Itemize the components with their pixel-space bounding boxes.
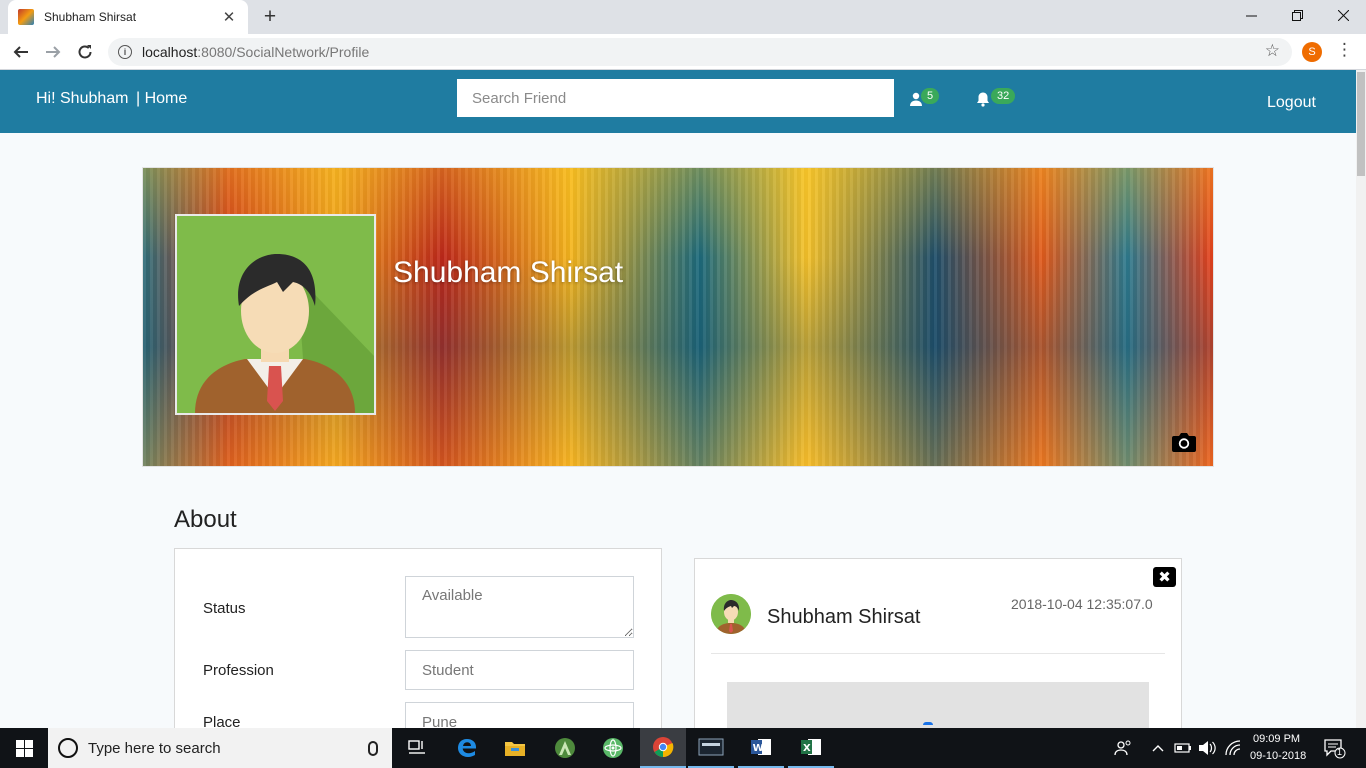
notifications-badge: 32 bbox=[991, 88, 1016, 104]
battery-icon[interactable] bbox=[1174, 728, 1192, 768]
profile-name: Shubham Shirsat bbox=[393, 256, 624, 289]
home-link[interactable]: | Home bbox=[136, 90, 187, 108]
app-header: Hi! Shubham | Home 5 32 Logout bbox=[0, 70, 1356, 133]
person-avatar-icon bbox=[711, 594, 751, 634]
person-avatar-icon bbox=[177, 216, 374, 413]
reload-icon[interactable] bbox=[72, 39, 98, 65]
browser-profile-avatar[interactable]: S bbox=[1302, 42, 1322, 62]
people-icon[interactable] bbox=[1114, 728, 1132, 768]
search-friend-input[interactable] bbox=[457, 79, 894, 117]
bell-icon[interactable] bbox=[975, 91, 991, 107]
address-bar[interactable]: i localhost :8080/SocialNetwork/Profile … bbox=[108, 38, 1292, 66]
file-explorer-icon[interactable] bbox=[492, 728, 538, 768]
status-textarea[interactable] bbox=[405, 576, 634, 638]
excel-icon[interactable]: X bbox=[788, 728, 834, 768]
svg-text:X: X bbox=[803, 743, 811, 754]
post-author-name[interactable]: Shubham Shirsat bbox=[767, 606, 920, 629]
delete-post-button[interactable]: ✖ bbox=[1153, 567, 1176, 587]
url-host: localhost bbox=[142, 44, 198, 60]
microphone-icon[interactable] bbox=[368, 740, 378, 756]
cover-photo: Shubham Shirsat bbox=[142, 167, 1214, 467]
info-icon[interactable]: i bbox=[118, 45, 132, 59]
browser-menu-icon[interactable]: ⋮ bbox=[1336, 40, 1353, 60]
browser-tab[interactable]: Shubham Shirsat ✕ bbox=[8, 0, 248, 34]
browser-tabstrip: Shubham Shirsat ✕ + bbox=[0, 0, 1366, 34]
minimize-icon[interactable] bbox=[1228, 0, 1274, 30]
volume-icon[interactable] bbox=[1198, 728, 1216, 768]
post-divider bbox=[711, 653, 1165, 654]
post-timestamp: 2018-10-04 12:35:07.0 bbox=[1011, 596, 1153, 612]
atom-icon[interactable] bbox=[590, 728, 636, 768]
start-button[interactable] bbox=[0, 728, 48, 768]
windows-taskbar: Type here to search W X 09:09 PM 09-10-2… bbox=[0, 728, 1366, 768]
mysql-icon[interactable] bbox=[688, 728, 734, 768]
about-heading: About bbox=[174, 506, 237, 533]
profession-input[interactable] bbox=[405, 650, 634, 690]
action-center-icon[interactable]: 1 bbox=[1324, 739, 1346, 764]
clock-time[interactable]: 09:09 PM bbox=[1253, 733, 1300, 745]
word-icon[interactable]: W bbox=[738, 728, 784, 768]
tray-chevron-icon[interactable] bbox=[1152, 728, 1164, 768]
scrollbar-thumb[interactable] bbox=[1357, 72, 1365, 176]
clock-date[interactable]: 09-10-2018 bbox=[1250, 750, 1306, 762]
action-center-count: 1 bbox=[1337, 747, 1343, 757]
chrome-icon[interactable] bbox=[640, 728, 686, 768]
browser-navbar: i localhost :8080/SocialNetwork/Profile … bbox=[0, 34, 1366, 70]
tab-close-icon[interactable]: ✕ bbox=[220, 8, 238, 26]
tab-title: Shubham Shirsat bbox=[44, 10, 137, 24]
restore-icon[interactable] bbox=[1274, 0, 1320, 30]
greeting-text: Hi! Shubham bbox=[36, 90, 129, 107]
post-author-avatar[interactable] bbox=[711, 594, 751, 634]
close-window-icon[interactable] bbox=[1320, 0, 1366, 30]
edge-icon[interactable] bbox=[444, 728, 490, 768]
status-label: Status bbox=[203, 600, 246, 617]
back-arrow-icon[interactable] bbox=[8, 39, 34, 65]
task-view-icon[interactable] bbox=[394, 728, 440, 768]
url-path: :8080/SocialNetwork/Profile bbox=[197, 44, 370, 60]
favicon-icon bbox=[18, 9, 34, 25]
svg-text:W: W bbox=[753, 743, 764, 754]
camera-icon[interactable] bbox=[1171, 431, 1197, 453]
logout-link[interactable]: Logout bbox=[1267, 94, 1316, 112]
taskbar-search-placeholder: Type here to search bbox=[88, 739, 221, 757]
windows-logo-icon bbox=[15, 739, 33, 757]
friend-requests-badge: 5 bbox=[921, 88, 940, 104]
profession-label: Profession bbox=[203, 662, 274, 679]
taskbar-search-box[interactable]: Type here to search bbox=[48, 728, 392, 768]
new-tab-button[interactable]: + bbox=[258, 3, 282, 31]
cortana-icon bbox=[58, 738, 78, 758]
forward-arrow-icon[interactable] bbox=[40, 39, 66, 65]
about-card: Status Profession Place bbox=[174, 548, 662, 748]
android-studio-icon[interactable] bbox=[542, 728, 588, 768]
wifi-icon[interactable] bbox=[1224, 728, 1242, 768]
profile-avatar[interactable] bbox=[175, 214, 376, 415]
bookmark-star-icon[interactable]: ☆ bbox=[1265, 41, 1280, 61]
